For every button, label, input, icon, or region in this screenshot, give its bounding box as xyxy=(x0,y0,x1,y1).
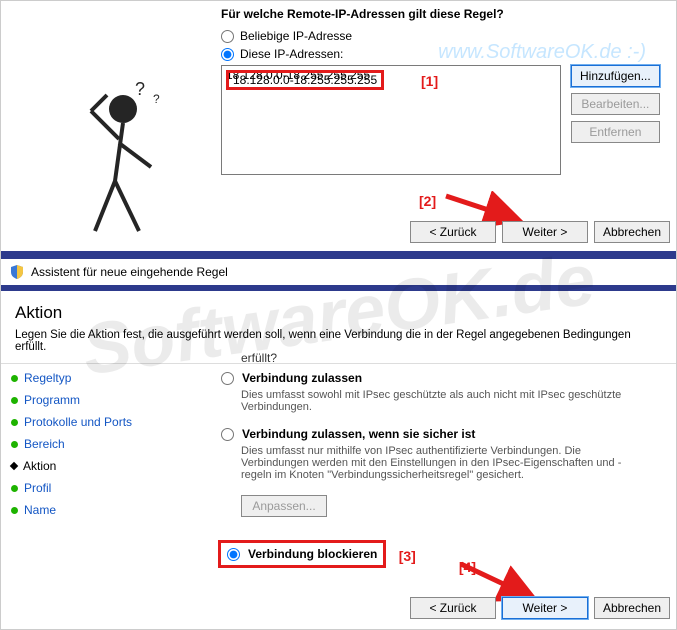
step-label: Bereich xyxy=(24,437,65,451)
step-protokolle[interactable]: Protokolle und Ports xyxy=(11,415,201,429)
customize-button: Anpassen... xyxy=(241,495,327,517)
radio-allow-secure-label: Verbindung zulassen, wenn sie sicher ist xyxy=(242,427,475,441)
wizard-title: Assistent für neue eingehende Regel xyxy=(31,265,228,279)
radio-allow[interactable]: Verbindung zulassen Dies umfasst sowohl … xyxy=(221,371,666,413)
remote-ip-question: Für welche Remote-IP-Adressen gilt diese… xyxy=(221,7,664,21)
step-label: Regeltyp xyxy=(24,371,71,385)
radio-any-ip[interactable]: Beliebige IP-Adresse xyxy=(221,29,664,43)
remove-ip-button: Entfernen xyxy=(571,121,660,143)
radio-any-ip-label: Beliebige IP-Adresse xyxy=(240,29,352,43)
radio-allow-secure[interactable]: Verbindung zulassen, wenn sie sicher ist… xyxy=(221,427,666,517)
page-title: Aktion xyxy=(1,291,676,329)
ip-list-textarea[interactable] xyxy=(221,65,561,175)
radio-these-ip[interactable]: Diese IP-Adressen: xyxy=(221,47,664,61)
step-label: Profil xyxy=(24,481,51,495)
radio-allow-label: Verbindung zulassen xyxy=(242,371,362,385)
radio-block-label: Verbindung blockieren xyxy=(248,547,377,561)
annotation-3: [3] xyxy=(399,548,416,564)
back-button[interactable]: < Zurück xyxy=(410,597,496,619)
add-ip-button[interactable]: Hinzufügen... xyxy=(571,65,660,87)
step-label: Aktion xyxy=(23,459,56,473)
trailing-text: erfüllt? xyxy=(241,351,666,365)
separator-band xyxy=(1,251,676,259)
back-button[interactable]: < Zurück xyxy=(410,221,496,243)
step-profil[interactable]: Profil xyxy=(11,481,201,495)
step-label: Programm xyxy=(24,393,80,407)
shield-icon xyxy=(9,264,25,280)
cancel-button[interactable]: Abbrechen xyxy=(594,597,670,619)
radio-allow-secure-desc: Dies umfasst nur mithilfe von IPsec auth… xyxy=(241,445,641,481)
step-programm[interactable]: Programm xyxy=(11,393,201,407)
cancel-button[interactable]: Abbrechen xyxy=(594,221,670,243)
radio-block-connection[interactable]: Verbindung blockieren xyxy=(221,543,383,565)
step-aktion[interactable]: Aktion xyxy=(11,459,201,473)
step-label: Name xyxy=(24,503,56,517)
next-button[interactable]: Weiter > xyxy=(502,221,588,243)
wizard-steps-sidebar: Regeltyp Programm Protokolle und Ports B… xyxy=(1,363,201,525)
step-label: Protokolle und Ports xyxy=(24,415,132,429)
step-regeltyp[interactable]: Regeltyp xyxy=(11,371,201,385)
annotation-4: [4] xyxy=(459,559,476,575)
step-name[interactable]: Name xyxy=(11,503,201,517)
annotation-2: [2] xyxy=(419,193,436,209)
annotation-1: [1] xyxy=(421,73,438,89)
radio-allow-desc: Dies umfasst sowohl mit IPsec geschützte… xyxy=(241,389,641,413)
radio-these-ip-label: Diese IP-Adressen: xyxy=(240,47,343,61)
next-button[interactable]: Weiter > xyxy=(502,597,588,619)
action-panel: Aktion Legen Sie die Aktion fest, die au… xyxy=(1,291,676,629)
scope-panel: Für welche Remote-IP-Adressen gilt diese… xyxy=(1,1,676,251)
edit-ip-button: Bearbeiten... xyxy=(571,93,660,115)
step-bereich[interactable]: Bereich xyxy=(11,437,201,451)
wizard-titlebar: Assistent für neue eingehende Regel xyxy=(1,259,228,285)
